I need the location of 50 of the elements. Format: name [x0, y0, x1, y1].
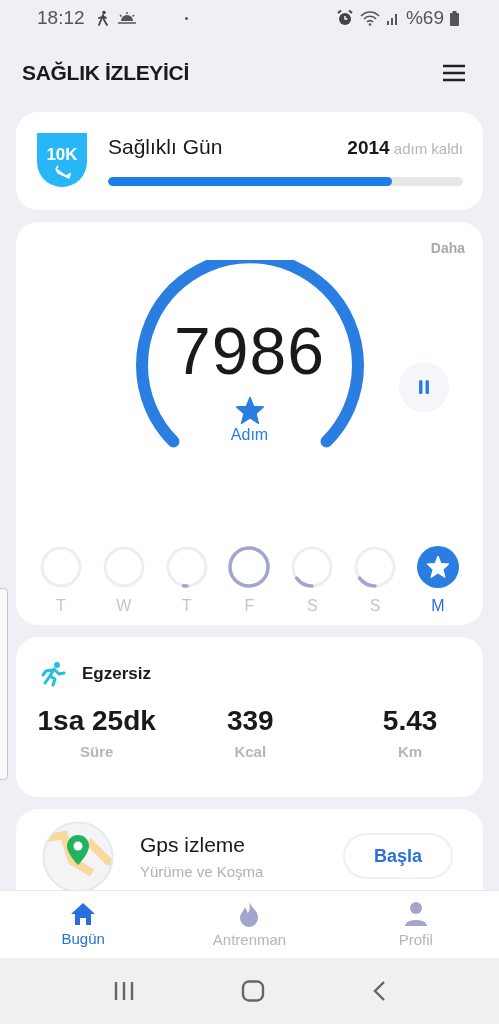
stat-label: Km — [398, 743, 423, 760]
recent-apps-icon[interactable] — [113, 981, 136, 1001]
wifi-icon — [359, 10, 380, 26]
star-icon — [234, 396, 265, 424]
nav-tab[interactable]: Antrenman — [166, 891, 333, 958]
battery-icon — [450, 10, 459, 26]
flame-icon — [238, 901, 261, 927]
stat-value: 339 — [226, 705, 274, 737]
stat-label: Süre — [79, 743, 114, 760]
sunrise-icon — [116, 11, 137, 25]
home-icon — [70, 902, 97, 926]
clock: 18:12 — [37, 7, 85, 29]
notification-dot — [184, 16, 188, 20]
stat-label: Kcal — [234, 743, 267, 760]
day-label: T — [56, 597, 66, 615]
day-progress-ring[interactable] — [353, 545, 398, 589]
back-icon[interactable] — [371, 980, 386, 1002]
pause-icon — [417, 379, 431, 395]
day-progress-ring[interactable] — [290, 545, 335, 589]
person-icon — [403, 901, 428, 927]
app-title: SAĞLIK İZLEYİCİ — [22, 61, 189, 85]
goal-title: Sağlıklı Gün — [108, 134, 223, 159]
signal-icon — [385, 11, 400, 25]
steps-remaining: 2014 adım kaldı — [347, 136, 463, 159]
gps-subtitle: Yürüme ve Koşma — [140, 863, 265, 880]
pause-button[interactable] — [399, 362, 449, 412]
day-label: S — [369, 597, 381, 615]
day-label: W — [116, 597, 132, 615]
stat-value: 1sa 25dk — [37, 705, 156, 737]
badge-text: 10K — [46, 145, 78, 164]
home-button-icon[interactable] — [241, 980, 266, 1002]
nav-tab[interactable]: Profil — [332, 891, 499, 958]
day-star-badge[interactable] — [415, 545, 460, 589]
exercise-title: Egzersiz — [82, 664, 151, 684]
stat-value: 5.43 — [382, 705, 438, 737]
day-progress-ring[interactable] — [227, 545, 272, 589]
menu-icon[interactable] — [442, 64, 466, 82]
battery-percent: %69 — [405, 7, 444, 29]
running-person-icon — [40, 661, 66, 687]
alarm-icon — [335, 9, 354, 27]
day-label: S — [306, 597, 318, 615]
start-button[interactable]: Başla — [343, 833, 453, 879]
step-unit: Adım — [230, 426, 269, 444]
nav-tab[interactable]: Bugün — [0, 891, 167, 958]
more-link[interactable]: Daha — [430, 240, 465, 260]
day-label: T — [181, 597, 192, 615]
day-label: F — [244, 597, 255, 615]
gps-title: Gps izleme — [140, 833, 247, 857]
step-count: 7986 — [174, 318, 325, 384]
day-label: M — [431, 597, 445, 615]
